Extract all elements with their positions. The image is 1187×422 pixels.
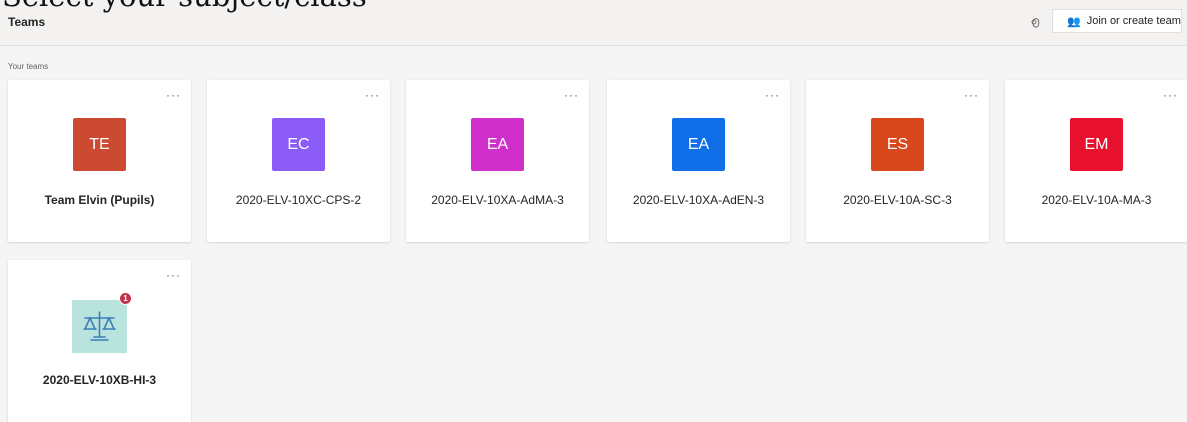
team-avatar-tile: EA: [672, 118, 725, 171]
gear-icon[interactable]: [1025, 13, 1043, 31]
team-avatar-tile: ES: [871, 118, 924, 171]
team-avatar-tile: EA: [471, 118, 524, 171]
team-name: 2020-ELV-10XA-AdEN-3: [632, 193, 765, 207]
join-button-label: Join or create team: [1086, 15, 1181, 27]
team-avatar-tile: EM: [1070, 118, 1123, 171]
more-options-icon[interactable]: ···: [166, 268, 181, 282]
team-card[interactable]: ··· ES 2020-ELV-10A-SC-3: [806, 80, 989, 242]
more-options-icon[interactable]: ···: [765, 88, 780, 102]
team-name: 2020-ELV-10XB-HI-3: [42, 373, 157, 387]
team-card[interactable]: ··· EA 2020-ELV-10XA-AdMA-3: [406, 80, 589, 242]
your-teams-label: Your teams: [8, 62, 49, 71]
team-card[interactable]: ··· 1 2020-ELV-10XB-HI-3: [8, 260, 191, 422]
team-avatar-tile: EC: [272, 118, 325, 171]
team-name: 2020-ELV-10XA-AdMA-3: [431, 193, 564, 207]
more-options-icon[interactable]: ···: [166, 88, 181, 102]
team-name: Team Elvin (Pupils): [44, 193, 155, 207]
more-options-icon[interactable]: ···: [365, 88, 380, 102]
team-card[interactable]: ··· EC 2020-ELV-10XC-CPS-2: [207, 80, 390, 242]
team-card[interactable]: ··· EM 2020-ELV-10A-MA-3: [1005, 80, 1187, 242]
team-avatar-tile: TE: [73, 118, 126, 171]
page-title: Teams: [8, 15, 46, 29]
team-name: 2020-ELV-10A-SC-3: [843, 193, 952, 207]
teams-page: Teams 👥 Join or create team Select your …: [0, 0, 1187, 422]
team-card[interactable]: ··· TE Team Elvin (Pupils): [8, 80, 191, 242]
overlay-caption: Select your subject/class: [2, 0, 367, 11]
join-or-create-team-button[interactable]: 👥 Join or create team: [1052, 9, 1182, 33]
team-card[interactable]: ··· EA 2020-ELV-10XA-AdEN-3: [607, 80, 790, 242]
team-name: 2020-ELV-10XC-CPS-2: [235, 193, 362, 207]
more-options-icon[interactable]: ···: [564, 88, 579, 102]
team-image-tile: [72, 300, 127, 353]
more-options-icon[interactable]: ···: [1163, 88, 1178, 102]
notification-badge: 1: [120, 293, 131, 304]
team-name: 2020-ELV-10A-MA-3: [1041, 193, 1152, 207]
scales-icon: [72, 300, 127, 353]
more-options-icon[interactable]: ···: [964, 88, 979, 102]
people-add-icon: 👥: [1067, 15, 1081, 28]
